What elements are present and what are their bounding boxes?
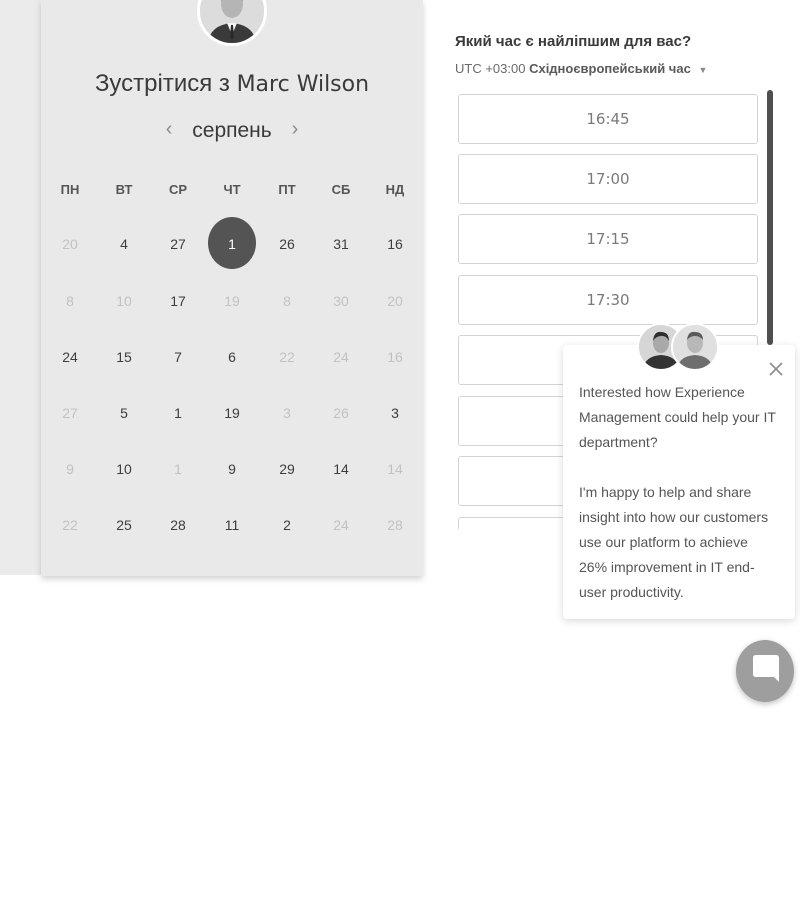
chat-launcher-button[interactable] bbox=[736, 640, 794, 702]
calendar-day: 26 bbox=[333, 405, 349, 421]
timezone-offset: UTC +03:00 bbox=[455, 61, 526, 76]
calendar-day: 3 bbox=[283, 405, 291, 421]
calendar-day[interactable]: 31 bbox=[321, 234, 361, 254]
calendar-day: 24 bbox=[333, 349, 349, 365]
calendar-day: 10 bbox=[116, 293, 132, 309]
agent-avatar-2 bbox=[671, 323, 719, 371]
calendar-day: 20 bbox=[62, 236, 78, 252]
weekday-label: ЧТ bbox=[223, 182, 241, 197]
host-name: Marc Wilson bbox=[236, 72, 370, 97]
meet-prefix: Зустрітися з bbox=[94, 70, 230, 97]
calendar-day: 19 bbox=[224, 293, 240, 309]
calendar-day[interactable]: 6 bbox=[212, 347, 252, 367]
meeting-title: Зустрітися з Marc Wilson bbox=[41, 70, 423, 98]
calendar-day[interactable]: 1 bbox=[158, 403, 198, 423]
weekday-label: НД bbox=[385, 182, 405, 197]
timezone-selector[interactable]: UTC +03:00 Східноєвропейський час ▼ bbox=[455, 61, 707, 76]
calendar-day[interactable]: 29 bbox=[267, 459, 307, 479]
scrollbar-thumb[interactable] bbox=[767, 90, 773, 345]
calendar-day[interactable]: 3 bbox=[375, 403, 415, 423]
calendar-day[interactable]: 28 bbox=[158, 515, 198, 535]
calendar-day[interactable]: 4 bbox=[104, 234, 144, 254]
weekday-label: ПТ bbox=[278, 182, 296, 197]
calendar-day[interactable]: 24 bbox=[50, 347, 90, 367]
time-question: Який час є найліпшим для вас? bbox=[455, 33, 692, 50]
calendar-day: 16 bbox=[387, 349, 403, 365]
calendar-day: 9 bbox=[66, 461, 74, 477]
caret-down-icon: ▼ bbox=[698, 65, 708, 75]
weekday-label: СБ bbox=[331, 182, 351, 197]
calendar-day[interactable]: 25 bbox=[104, 515, 144, 535]
chevron-left-icon[interactable]: ‹ bbox=[166, 118, 173, 141]
month-label: серпень bbox=[192, 119, 272, 142]
calendar-day: 14 bbox=[387, 461, 403, 477]
calendar-day[interactable]: 14 bbox=[321, 459, 361, 479]
weekday-label: ПН bbox=[60, 182, 80, 197]
calendar-day: 27 bbox=[62, 405, 78, 421]
calendar-day: 22 bbox=[279, 349, 295, 365]
timezone-name: Східноєвропейський час bbox=[529, 61, 691, 76]
calendar-day-selected[interactable]: 1 bbox=[212, 234, 252, 254]
calendar-day[interactable]: 15 bbox=[104, 347, 144, 367]
calendar-day: 8 bbox=[66, 293, 74, 309]
chat-message-1: Interested how Experience Management cou… bbox=[579, 384, 776, 450]
month-navigation: ‹ серпень › bbox=[41, 118, 423, 143]
chat-message-2: I'm happy to help and share insight into… bbox=[579, 484, 769, 600]
calendar-day[interactable]: 16 bbox=[375, 234, 415, 254]
calendar-day[interactable]: 7 bbox=[158, 347, 198, 367]
calendar-day[interactable]: 17 bbox=[158, 291, 198, 311]
weekday-label: СР bbox=[168, 182, 188, 197]
time-slot-button[interactable]: 16:45 bbox=[458, 94, 758, 144]
chat-message: Interested how Experience Management cou… bbox=[579, 380, 779, 605]
calendar-day[interactable]: 10 bbox=[104, 459, 144, 479]
chat-bubble-icon bbox=[753, 655, 779, 682]
close-icon[interactable] bbox=[767, 360, 785, 378]
time-slot-button[interactable]: 17:30 bbox=[458, 275, 758, 325]
chevron-right-icon[interactable]: › bbox=[292, 118, 299, 141]
calendar-day: 1 bbox=[174, 461, 182, 477]
weekday-label: ВТ bbox=[115, 182, 133, 197]
calendar-day[interactable]: 27 bbox=[158, 234, 198, 254]
calendar-day: 22 bbox=[62, 517, 78, 533]
calendar-day[interactable]: 11 bbox=[212, 515, 252, 535]
time-slot-button[interactable]: 17:00 bbox=[458, 154, 758, 204]
calendar-day: 24 bbox=[333, 517, 349, 533]
calendar-day: 20 bbox=[387, 293, 403, 309]
calendar-day: 8 bbox=[283, 293, 291, 309]
calendar-day: 28 bbox=[387, 517, 403, 533]
calendar-day[interactable]: 26 bbox=[267, 234, 307, 254]
time-slot-button[interactable]: 17:15 bbox=[458, 214, 758, 264]
calendar-day[interactable]: 19 bbox=[212, 403, 252, 423]
calendar-day[interactable]: 2 bbox=[267, 515, 307, 535]
calendar-day[interactable]: 5 bbox=[104, 403, 144, 423]
calendar-day: 30 bbox=[333, 293, 349, 309]
calendar-day[interactable]: 9 bbox=[212, 459, 252, 479]
